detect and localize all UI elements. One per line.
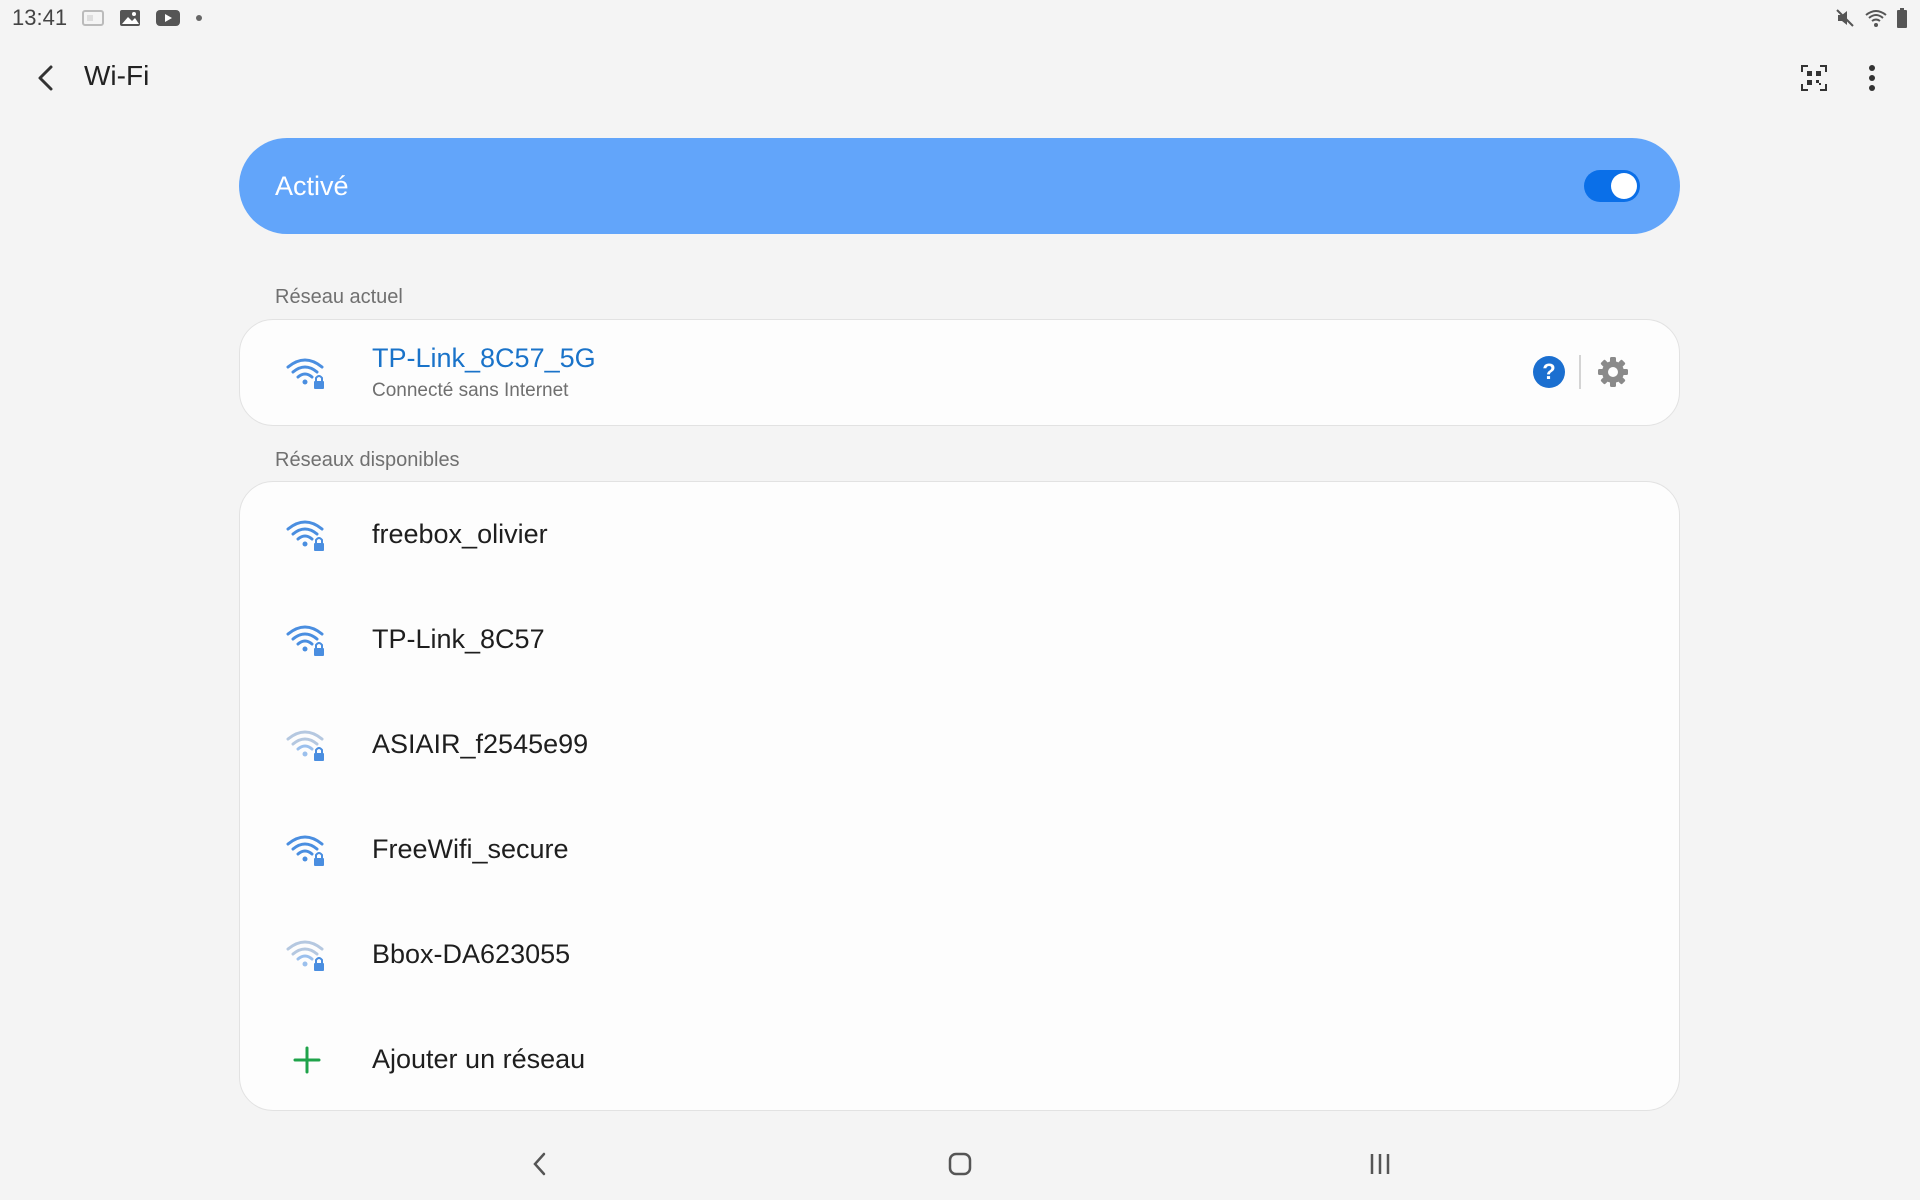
current-network-actions: ?: [1533, 354, 1631, 390]
wifi-toggle-switch[interactable]: [1584, 170, 1640, 202]
current-network-row[interactable]: TP-Link_8C57_5G Connecté sans Internet: [240, 320, 1679, 425]
current-network-text: TP-Link_8C57_5G Connecté sans Internet: [372, 343, 596, 402]
app-bar: Wi-Fi: [0, 44, 1920, 112]
wifi-icon: [1864, 8, 1888, 28]
status-left: 13:41: [12, 5, 203, 31]
current-network-name: TP-Link_8C57_5G: [372, 343, 596, 373]
network-row[interactable]: ASIAIR_f2545e99: [240, 692, 1679, 797]
network-row[interactable]: TP-Link_8C57: [240, 587, 1679, 692]
add-network-text: Ajouter un réseau: [372, 1044, 585, 1075]
current-network-status: Connecté sans Internet: [372, 380, 569, 401]
back-arrow-icon[interactable]: [26, 58, 66, 98]
network-row[interactable]: Bbox-DA623055: [240, 902, 1679, 1007]
network-name: TP-Link_8C57: [372, 624, 545, 654]
network-row[interactable]: FreeWifi_secure: [240, 797, 1679, 902]
image-icon: [119, 8, 141, 28]
add-plus-icon: [284, 1040, 330, 1080]
current-network-card: TP-Link_8C57_5G Connecté sans Internet ?: [239, 319, 1680, 426]
status-bar: 13:41: [0, 0, 1920, 36]
wifi-lock-icon: [284, 935, 330, 975]
network-name: FreeWifi_secure: [372, 834, 569, 864]
nav-recents-icon[interactable]: [1358, 1142, 1402, 1186]
network-row[interactable]: freebox_olivier: [240, 482, 1679, 587]
wifi-lock-icon: [284, 725, 330, 765]
network-text: Bbox-DA623055: [372, 939, 570, 970]
status-time: 13:41: [12, 5, 68, 30]
battery-icon: [1896, 7, 1908, 29]
nav-home-icon[interactable]: [938, 1142, 982, 1186]
action-divider: [1579, 355, 1581, 389]
master-switch-label: Activé: [275, 170, 349, 201]
dot-icon: [195, 14, 203, 22]
section-label-current: Réseau actuel: [275, 286, 403, 308]
available-networks-card: freebox_olivier TP-Link_8C57 ASIAIR_f2545e…: [239, 481, 1680, 1111]
switch-knob: [1611, 173, 1637, 199]
network-text: freebox_olivier: [372, 519, 548, 550]
wifi-lock-icon: [284, 620, 330, 660]
mute-icon: [1834, 7, 1856, 29]
wifi-master-switch-card[interactable]: Activé: [239, 138, 1680, 234]
qr-scan-icon[interactable]: [1794, 58, 1834, 98]
network-text: ASIAIR_f2545e99: [372, 729, 588, 760]
youtube-icon: [155, 8, 181, 28]
wifi-lock-icon: [284, 830, 330, 870]
status-right: [1834, 7, 1908, 29]
network-name: freebox_olivier: [372, 519, 548, 549]
settings-gear-icon[interactable]: [1595, 354, 1631, 390]
page-title: Wi-Fi: [84, 60, 150, 91]
wifi-lock-icon: [284, 515, 330, 555]
nav-back-icon[interactable]: [518, 1142, 562, 1186]
gallery-icon: [81, 8, 105, 28]
network-text: FreeWifi_secure: [372, 834, 569, 865]
section-label-available: Réseaux disponibles: [275, 449, 460, 471]
network-name: Bbox-DA623055: [372, 939, 571, 969]
add-network-label: Ajouter un réseau: [372, 1044, 586, 1074]
network-name: ASIAIR_f2545e99: [372, 729, 589, 759]
add-network-row[interactable]: Ajouter un réseau: [240, 1007, 1679, 1112]
wifi-lock-icon: [284, 353, 330, 393]
system-nav-bar: [0, 1130, 1920, 1196]
more-options-icon[interactable]: [1852, 58, 1892, 98]
help-icon[interactable]: ?: [1533, 356, 1565, 388]
network-text: TP-Link_8C57: [372, 624, 545, 655]
